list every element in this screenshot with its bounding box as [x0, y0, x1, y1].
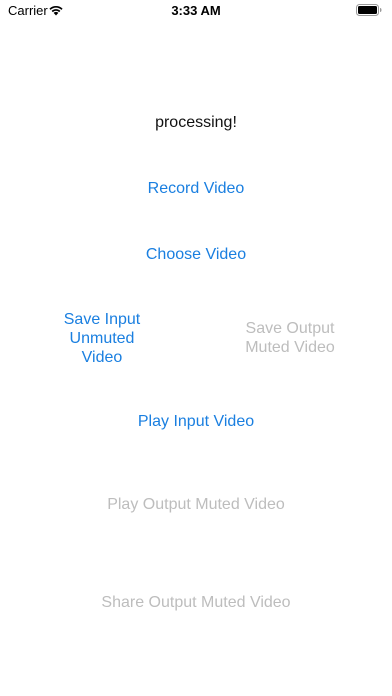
save-output-muted-video-button[interactable]: Save Output Muted Video	[220, 319, 360, 357]
clock-time: 3:33 AM	[171, 3, 221, 18]
app-screen: Carrier 3:33 AM processing! Record Video…	[0, 0, 392, 696]
record-video-button[interactable]: Record Video	[116, 179, 276, 198]
battery-icon	[356, 4, 382, 16]
play-input-video-button[interactable]: Play Input Video	[96, 412, 296, 431]
choose-video-button[interactable]: Choose Video	[116, 245, 276, 264]
share-output-muted-video-button[interactable]: Share Output Muted Video	[56, 593, 336, 612]
processing-status-label: processing!	[155, 114, 237, 131]
save-input-unmuted-video-button[interactable]: Save Input Unmuted Video	[42, 310, 162, 367]
status-bar: Carrier 3:33 AM	[0, 0, 392, 22]
play-output-muted-video-button[interactable]: Play Output Muted Video	[66, 495, 326, 514]
